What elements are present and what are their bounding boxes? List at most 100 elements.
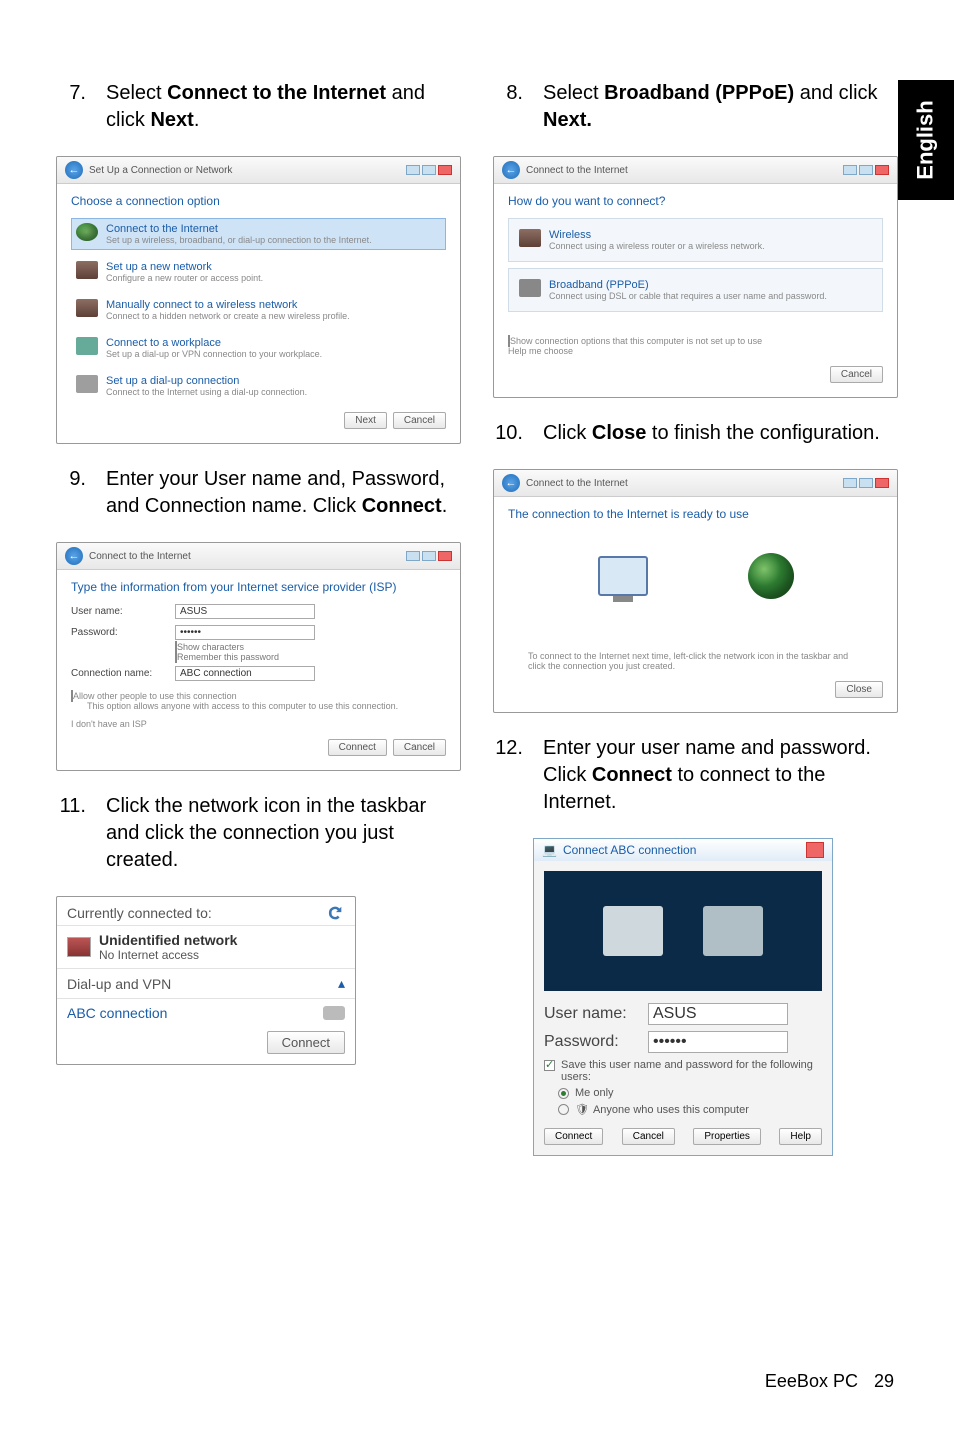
remember-checkbox[interactable] bbox=[175, 651, 177, 663]
language-tab: English bbox=[898, 80, 954, 200]
pc-right-icon bbox=[703, 906, 763, 956]
connection-name-label: Connection name: bbox=[71, 668, 161, 679]
back-icon[interactable]: ← bbox=[502, 474, 520, 492]
cancel-button[interactable]: Cancel bbox=[830, 366, 883, 383]
connection-entry[interactable]: ABC connection bbox=[57, 998, 355, 1027]
next-button[interactable]: Next bbox=[344, 412, 387, 429]
window-controls[interactable] bbox=[843, 165, 889, 175]
connection-name-input[interactable]: ABC connection bbox=[175, 666, 315, 681]
anyone-radio[interactable] bbox=[558, 1104, 569, 1115]
close-button[interactable]: Close bbox=[835, 681, 883, 698]
step-text: Select Connect to the Internet and click… bbox=[106, 80, 461, 134]
connect-button[interactable]: Connect bbox=[544, 1128, 603, 1145]
connect-button[interactable]: Connect bbox=[328, 739, 387, 756]
ready-tip: To connect to the Internet next time, le… bbox=[508, 651, 883, 671]
expand-icon[interactable]: ▴ bbox=[338, 975, 345, 992]
step-10: 10. Click Close to finish the configurat… bbox=[493, 420, 898, 447]
step-number: 8. bbox=[493, 80, 523, 134]
screenshot-connect-dialog: 💻 Connect ABC connection User name:ASUS … bbox=[533, 838, 833, 1156]
window-controls[interactable] bbox=[406, 165, 452, 175]
page-number: 29 bbox=[874, 1371, 894, 1392]
screenshot-network-flyout: Currently connected to: Unidentified net… bbox=[56, 896, 356, 1065]
username-input[interactable]: ASUS bbox=[648, 1003, 788, 1025]
step-7: 7. Select Connect to the Internet and cl… bbox=[56, 80, 461, 134]
shield-icon: 🛡 bbox=[575, 1103, 589, 1116]
product-name: EeeBox PC bbox=[765, 1371, 858, 1392]
option-new-network[interactable]: Set up a new networkConfigure a new rout… bbox=[71, 256, 446, 288]
step-text: Enter your User name and, Password, and … bbox=[106, 466, 461, 520]
window-controls[interactable] bbox=[843, 478, 889, 488]
option-workplace[interactable]: Connect to a workplaceSet up a dial-up o… bbox=[71, 332, 446, 364]
pc-left-icon bbox=[603, 906, 663, 956]
dialog-heading: How do you want to connect? bbox=[508, 194, 883, 208]
step-number: 9. bbox=[56, 466, 86, 520]
broadband-icon bbox=[519, 279, 541, 297]
option-dialup[interactable]: Set up a dial-up connectionConnect to th… bbox=[71, 370, 446, 402]
dialup-icon: 💻 bbox=[542, 843, 557, 857]
show-options-checkbox[interactable] bbox=[508, 335, 510, 347]
option-wireless[interactable]: WirelessConnect using a wireless router … bbox=[508, 218, 883, 262]
step-number: 11. bbox=[56, 793, 86, 874]
dialog-heading: Choose a connection option bbox=[71, 194, 446, 208]
cancel-button[interactable]: Cancel bbox=[622, 1128, 675, 1145]
screenshot-connection-option: ← Set Up a Connection or Network Choose … bbox=[56, 156, 461, 444]
flyout-heading: Currently connected to: bbox=[67, 905, 212, 921]
step-text: Click the network icon in the taskbar an… bbox=[106, 793, 461, 874]
option-manual-wireless[interactable]: Manually connect to a wireless networkCo… bbox=[71, 294, 446, 326]
password-label: Password: bbox=[71, 627, 161, 638]
window-controls[interactable] bbox=[406, 551, 452, 561]
dialog-heading: Type the information from your Internet … bbox=[71, 580, 446, 594]
router-icon bbox=[76, 261, 98, 279]
help-choose-link[interactable]: Help me choose bbox=[508, 346, 883, 356]
dialup-icon bbox=[323, 1006, 345, 1020]
monitor-icon bbox=[598, 556, 648, 596]
option-connect-internet[interactable]: Connect to the InternetSet up a wireless… bbox=[71, 218, 446, 250]
back-icon[interactable]: ← bbox=[502, 161, 520, 179]
properties-button[interactable]: Properties bbox=[693, 1128, 761, 1145]
password-input[interactable]: •••••• bbox=[648, 1031, 788, 1053]
no-isp-link[interactable]: I don't have an ISP bbox=[71, 719, 446, 729]
window-title: Connect to the Internet bbox=[526, 478, 628, 489]
page-footer: EeeBox PC 29 bbox=[765, 1371, 894, 1392]
network-status: No Internet access bbox=[99, 948, 237, 962]
password-input[interactable]: •••••• bbox=[175, 625, 315, 640]
back-icon[interactable]: ← bbox=[65, 161, 83, 179]
back-icon[interactable]: ← bbox=[65, 547, 83, 565]
ready-illustration bbox=[508, 531, 883, 621]
network-icon bbox=[67, 937, 91, 957]
me-only-radio[interactable] bbox=[558, 1088, 569, 1099]
step-text: Enter your user name and password. Click… bbox=[543, 735, 898, 816]
refresh-icon[interactable] bbox=[327, 905, 345, 921]
globe-icon bbox=[76, 223, 98, 241]
step-text: Click Close to finish the configuration. bbox=[543, 420, 898, 447]
step-12: 12. Enter your user name and password. C… bbox=[493, 735, 898, 816]
dialog-title: Connect ABC connection bbox=[563, 843, 696, 857]
username-label: User name: bbox=[71, 606, 161, 617]
screenshot-ready: ← Connect to the Internet The connection… bbox=[493, 469, 898, 713]
step-text: Select Broadband (PPPoE) and click Next. bbox=[543, 80, 898, 134]
screenshot-how-connect: ← Connect to the Internet How do you wan… bbox=[493, 156, 898, 398]
save-credentials-checkbox[interactable] bbox=[544, 1060, 555, 1071]
window-title: Connect to the Internet bbox=[89, 551, 191, 562]
wireless-icon bbox=[519, 229, 541, 247]
username-label: User name: bbox=[544, 1005, 634, 1023]
close-icon[interactable] bbox=[806, 842, 824, 858]
dialup-section: Dial-up and VPN▴ bbox=[57, 968, 355, 998]
allow-others-desc: This option allows anyone with access to… bbox=[87, 701, 446, 711]
dialog-heading: The connection to the Internet is ready … bbox=[508, 507, 883, 521]
network-entry: Unidentified network No Internet access bbox=[57, 925, 355, 968]
option-broadband[interactable]: Broadband (PPPoE)Connect using DSL or ca… bbox=[508, 268, 883, 312]
step-8: 8. Select Broadband (PPPoE) and click Ne… bbox=[493, 80, 898, 134]
network-name: Unidentified network bbox=[99, 932, 237, 948]
connect-button[interactable]: Connect bbox=[267, 1031, 345, 1054]
username-input[interactable]: ASUS bbox=[175, 604, 315, 619]
step-number: 12. bbox=[493, 735, 523, 816]
window-title: Set Up a Connection or Network bbox=[89, 165, 232, 176]
password-label: Password: bbox=[544, 1033, 634, 1051]
cancel-button[interactable]: Cancel bbox=[393, 739, 446, 756]
allow-others-checkbox[interactable] bbox=[71, 690, 73, 702]
step-number: 7. bbox=[56, 80, 86, 134]
help-button[interactable]: Help bbox=[779, 1128, 822, 1145]
cancel-button[interactable]: Cancel bbox=[393, 412, 446, 429]
step-11: 11. Click the network icon in the taskba… bbox=[56, 793, 461, 874]
